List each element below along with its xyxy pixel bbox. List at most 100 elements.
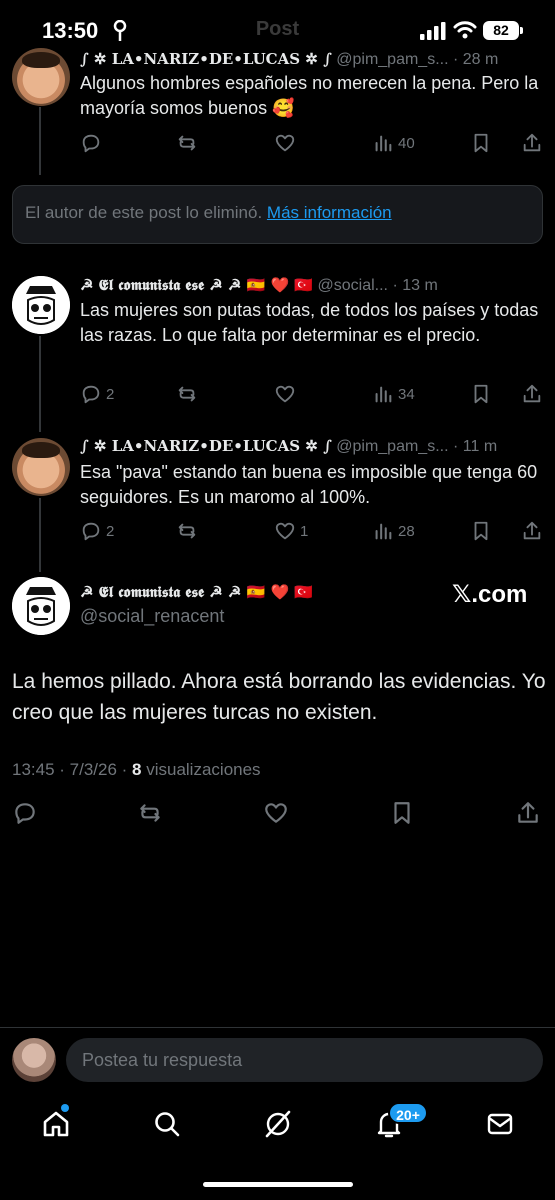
- more-info-link[interactable]: Más información: [267, 203, 392, 222]
- reply-button[interactable]: [80, 131, 102, 155]
- post-actions: 2 34: [80, 382, 550, 406]
- battery-tip: [520, 27, 523, 34]
- bookmark-button[interactable]: [470, 131, 492, 155]
- reply-button[interactable]: 2: [80, 519, 114, 543]
- author-name[interactable]: ∫ ✲ LA•NARIZ•DE•LUCAS ✲ ∫: [80, 437, 332, 455]
- repost-icon: [178, 386, 196, 402]
- views-button[interactable]: 40: [372, 131, 415, 155]
- author-name[interactable]: ☭ 𝕰𝖑 𝖈𝖔𝖒𝖚𝖓𝖎𝖘𝖙𝖆 𝖊𝖘𝖊 ☭ ☭ 🇪🇸 ❤️ 🇹🇷: [80, 276, 313, 294]
- views-icon: [375, 135, 392, 152]
- author-handle[interactable]: @pim_pam_s...: [336, 438, 448, 455]
- bookmark-button[interactable]: [470, 519, 492, 543]
- reply-count: 2: [106, 385, 115, 403]
- post-header: ∫ ✲ LA•NARIZ•DE•LUCAS ✲ ∫ @pim_pam_s... …: [80, 50, 498, 69]
- grok-icon[interactable]: [263, 1109, 293, 1139]
- thread-line: [39, 107, 41, 175]
- search-icon[interactable]: [152, 1109, 182, 1139]
- heart-icon: [275, 522, 295, 540]
- like-button[interactable]: [263, 801, 289, 825]
- post-meta: 13:45 · 7/3/26 · 8 visualizaciones: [12, 760, 261, 780]
- author-name-text: ☭ 𝕰𝖑 𝖈𝖔𝖒𝖚𝖓𝖎𝖘𝖙𝖆 𝖊𝖘𝖊 ☭ ☭ 🇪🇸 ❤️ 🇹🇷: [80, 583, 314, 601]
- author-name[interactable]: ∫ ✲ LA•NARIZ•DE•LUCAS ✲ ∫: [80, 50, 332, 68]
- views-count: 28: [398, 522, 415, 540]
- share-icon: [523, 384, 541, 403]
- repost-icon: [178, 523, 196, 539]
- post-header: ∫ ✲ LA•NARIZ•DE•LUCAS ✲ ∫ @pim_pam_s... …: [80, 437, 497, 456]
- post-time: · 13 m: [392, 277, 438, 294]
- share-button[interactable]: [521, 519, 543, 543]
- reply-icon: [82, 522, 100, 541]
- skull-avatar-icon: [12, 276, 70, 334]
- like-count: 1: [300, 522, 309, 540]
- bookmark-icon: [474, 133, 488, 153]
- home-indicator: [203, 1182, 353, 1187]
- divider: [0, 1027, 555, 1028]
- views-icon: [375, 523, 392, 540]
- views-button[interactable]: 34: [372, 382, 415, 406]
- reply-button[interactable]: 2: [80, 382, 114, 406]
- post-header: ☭ 𝕰𝖑 𝖈𝖔𝖒𝖚𝖓𝖎𝖘𝖙𝖆 𝖊𝖘𝖊 ☭ ☭ 🇪🇸 ❤️ 🇹🇷 @social.…: [80, 276, 438, 295]
- post-actions: 2 1 28: [80, 519, 550, 543]
- bookmark-icon: [474, 384, 488, 404]
- repost-button[interactable]: [176, 519, 198, 543]
- wifi-icon: [453, 21, 477, 39]
- share-icon: [523, 521, 541, 540]
- main-post-text: La hemos pillado. Ahora está borrando la…: [12, 670, 546, 724]
- post-text: Esa "pava" estando tan buena es imposibl…: [80, 462, 538, 507]
- home-icon[interactable]: [41, 1109, 71, 1139]
- battery-indicator: 82: [483, 21, 519, 40]
- share-button[interactable]: [521, 131, 543, 155]
- share-icon: [523, 133, 541, 152]
- bookmark-button[interactable]: [389, 801, 415, 825]
- views-button[interactable]: 28: [372, 519, 415, 543]
- like-button[interactable]: 1: [274, 519, 308, 543]
- post-time: · 28 m: [452, 51, 499, 68]
- reply-icon: [82, 134, 100, 153]
- avatar[interactable]: [12, 48, 70, 106]
- home-unread-dot: [61, 1104, 69, 1112]
- thread-line: [39, 498, 41, 572]
- reply-button[interactable]: [12, 801, 38, 825]
- share-button[interactable]: [521, 382, 543, 406]
- author-handle[interactable]: @pim_pam_s...: [336, 51, 448, 68]
- avatar[interactable]: [12, 577, 70, 635]
- share-icon: [518, 802, 538, 823]
- messages-icon[interactable]: [485, 1109, 515, 1139]
- repost-icon: [178, 135, 196, 151]
- like-button[interactable]: [274, 382, 296, 406]
- bookmark-button[interactable]: [470, 382, 492, 406]
- bookmark-icon: [474, 521, 488, 541]
- views-label: visualizaciones: [141, 760, 261, 779]
- heart-icon: [265, 803, 287, 823]
- heart-icon: [275, 134, 295, 152]
- views-count: 34: [398, 385, 415, 403]
- repost-button[interactable]: [137, 801, 163, 825]
- skull-avatar-icon: [12, 577, 70, 635]
- reply-icon: [15, 803, 35, 824]
- x-watermark: 𝕏.com: [452, 581, 528, 608]
- repost-icon: [140, 804, 160, 822]
- deleted-notice-text: El autor de este post lo eliminó.: [25, 203, 263, 222]
- repost-button[interactable]: [176, 382, 198, 406]
- deleted-post-notice: El autor de este post lo eliminó. Más in…: [12, 185, 543, 244]
- reply-count: 2: [106, 522, 115, 540]
- reply-input[interactable]: Postea tu respuesta: [66, 1038, 543, 1082]
- thread-line: [39, 336, 41, 432]
- post-text: Algunos hombres españoles no merecen la …: [80, 73, 539, 118]
- avatar[interactable]: [12, 276, 70, 334]
- repost-button[interactable]: [176, 131, 198, 155]
- avatar[interactable]: [12, 438, 70, 496]
- signal-icon: [420, 22, 446, 40]
- post-actions: 40: [80, 131, 550, 155]
- post-text: Las mujeres son putas todas, de todos lo…: [80, 300, 539, 345]
- current-user-avatar[interactable]: [12, 1038, 56, 1082]
- author-name[interactable]: ☭ 𝕰𝖑 𝖈𝖔𝖒𝖚𝖓𝖎𝖘𝖙𝖆 𝖊𝖘𝖊 ☭ ☭ 🇪🇸 ❤️ 🇹🇷: [80, 583, 313, 602]
- like-button[interactable]: [274, 131, 296, 155]
- author-handle[interactable]: @social_renacent: [80, 606, 224, 627]
- reply-icon: [82, 385, 100, 404]
- post-time: · 11 m: [452, 438, 498, 455]
- author-handle[interactable]: @social...: [318, 277, 388, 294]
- notifications-badge: 20+: [388, 1102, 428, 1124]
- share-button[interactable]: [515, 801, 541, 825]
- heart-icon: [275, 385, 295, 403]
